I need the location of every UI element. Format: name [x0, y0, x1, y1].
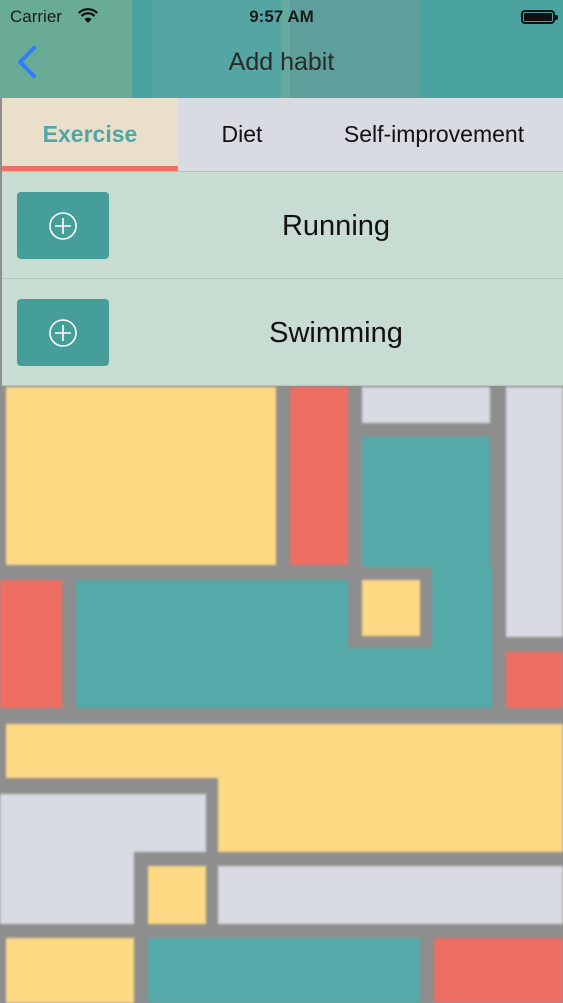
clock: 9:57 AM [249, 7, 314, 26]
habit-list: Running Swimming [2, 172, 563, 386]
plus-circle-icon [49, 212, 77, 240]
category-tabs: Exercise Diet Self-improvement [2, 98, 563, 172]
add-habit-button[interactable] [17, 192, 109, 259]
habit-label: Running [281, 210, 391, 242]
tab-label: Diet [221, 121, 263, 147]
list-item[interactable]: Swimming [2, 279, 563, 386]
navigation-bar: Carrier 9:57 AM Add habit [0, 0, 563, 98]
active-tab-indicator [2, 166, 178, 171]
tab-exercise[interactable]: Exercise [2, 98, 178, 171]
tab-diet[interactable]: Diet [178, 98, 306, 171]
page-title: Add habit [228, 48, 335, 76]
list-item[interactable]: Running [2, 172, 563, 279]
status-bar: Carrier 9:57 AM [0, 0, 563, 34]
add-habit-button[interactable] [17, 299, 109, 366]
battery-icon [521, 10, 558, 24]
plus-circle-icon [49, 319, 77, 347]
tab-label: Exercise [42, 121, 138, 147]
habit-label: Swimming [269, 317, 403, 349]
tab-label: Self-improvement [343, 121, 525, 147]
tab-self-improvement[interactable]: Self-improvement [306, 98, 562, 171]
